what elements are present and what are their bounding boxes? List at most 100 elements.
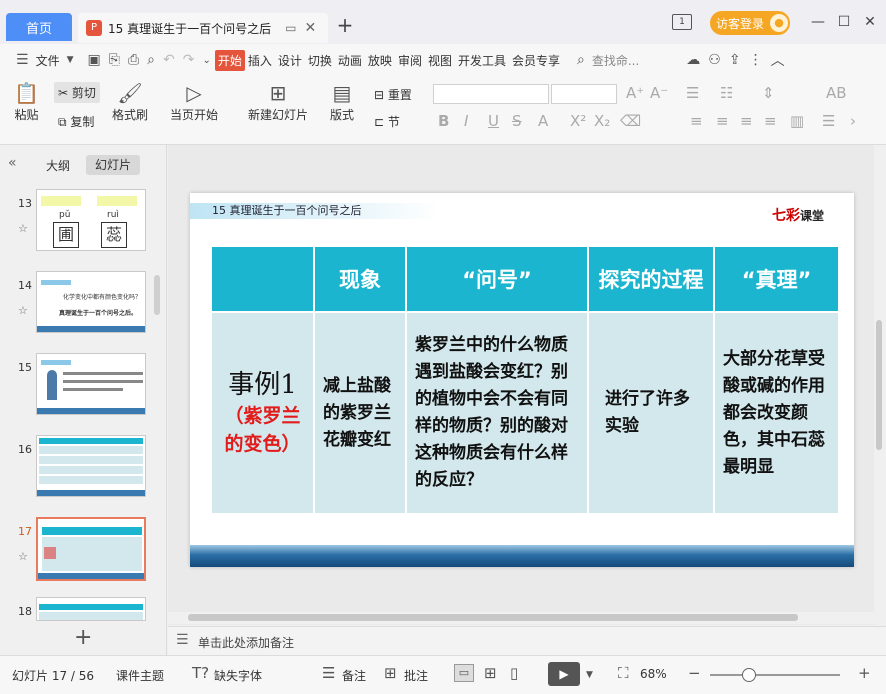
font-color-icon[interactable]: A <box>538 112 548 130</box>
print-icon[interactable]: ⎙ <box>124 52 143 68</box>
fit-window-icon[interactable]: ⛶ <box>618 664 629 682</box>
tab-member[interactable]: 会员专享 <box>509 52 563 69</box>
window-icon[interactable]: ▭ <box>285 21 296 35</box>
normal-view-icon[interactable]: ▭ <box>454 664 474 682</box>
zoom-slider-handle[interactable] <box>741 668 756 682</box>
tab-animation[interactable]: 动画 <box>335 52 365 69</box>
text-direction-icon[interactable]: ⇕ <box>762 84 775 102</box>
minimize-icon[interactable]: — <box>808 12 828 32</box>
cloud-sync-icon[interactable]: ☁ <box>682 52 704 68</box>
zoom-level[interactable]: 68% <box>640 667 667 681</box>
align-center-icon[interactable]: ≡ <box>716 112 729 130</box>
document-tab[interactable]: P 15 真理诞生于一百个问号之后 ▭ ✕ <box>78 13 328 43</box>
strikethrough-icon[interactable]: S <box>512 112 522 130</box>
thumbnail-scrollbar[interactable] <box>154 275 160 315</box>
chevron-down-icon[interactable]: ▼ <box>63 55 78 65</box>
collapse-panel-icon[interactable]: « <box>8 155 17 171</box>
slide-thumbnail[interactable]: 化学变化中都有颜色变化吗？ 真理诞生于一百个问号之后。 <box>36 271 146 333</box>
superscript-icon[interactable]: X² <box>570 112 586 130</box>
font-family-select[interactable] <box>433 84 549 104</box>
tab-design[interactable]: 设计 <box>275 52 305 69</box>
tab-start[interactable]: 开始 <box>214 49 245 71</box>
section-button[interactable]: ⊏ 节 <box>374 113 400 130</box>
new-slide-button[interactable]: ⊞ 新建幻灯片 <box>248 80 308 123</box>
page-count-badge[interactable]: 1 <box>672 14 692 30</box>
format-painter-button[interactable]: 🖌 格式刷 <box>112 80 148 123</box>
share-user-icon[interactable]: ⚇ <box>704 52 725 68</box>
tab-outline[interactable]: 大纲 <box>46 157 70 174</box>
numbered-list-icon[interactable]: ☷ <box>720 84 733 102</box>
command-search-input[interactable]: 查找命... <box>589 52 642 69</box>
share-icon[interactable]: ⇪ <box>725 52 745 68</box>
chevron-down-icon[interactable]: ▼ <box>586 670 593 680</box>
close-window-icon[interactable]: ✕ <box>860 12 880 32</box>
undo-icon[interactable]: ↶ <box>159 52 179 68</box>
clear-format-icon[interactable]: ⌫ <box>620 112 641 130</box>
tab-transition[interactable]: 切换 <box>305 52 335 69</box>
decrease-font-icon[interactable]: A⁻ <box>650 84 668 102</box>
paste-button[interactable]: 📋 粘贴 <box>14 80 39 123</box>
slide-thumbnail[interactable] <box>36 353 146 415</box>
subscript-icon[interactable]: X₂ <box>594 112 610 130</box>
maximize-icon[interactable]: ☐ <box>834 12 854 32</box>
current-slide[interactable]: 15 真理诞生于一百个问号之后 七彩课堂 现象 “问号” 探究的过程 “真理” … <box>190 193 854 567</box>
cut-button[interactable]: ✂ 剪切 <box>54 82 100 103</box>
tab-view[interactable]: 视图 <box>425 52 455 69</box>
hamburger-menu-icon[interactable]: ☰ <box>12 52 33 68</box>
preview-icon[interactable]: ⌕ <box>143 52 159 68</box>
horizontal-scroll-thumb[interactable] <box>188 614 798 621</box>
comment-button[interactable]: 批注 <box>404 667 428 684</box>
reset-button[interactable]: ⊟ 重置 <box>374 86 412 103</box>
add-slide-button[interactable]: + <box>74 625 92 650</box>
zoom-out-icon[interactable]: − <box>688 664 701 682</box>
notes-placeholder[interactable]: 单击此处添加备注 <box>198 634 294 651</box>
slide-thumbnail[interactable]: pǔ ruì 圃 蕊 <box>36 189 146 251</box>
reading-view-icon[interactable]: ▯ <box>510 664 518 682</box>
visitor-login-button[interactable]: 访客登录 ● <box>710 11 790 35</box>
theme-name[interactable]: 课件主题 <box>116 667 164 684</box>
play-from-current-button[interactable]: ▷ 当页开始 <box>170 80 218 123</box>
missing-font-button[interactable]: 缺失字体 <box>214 667 262 684</box>
home-tab[interactable]: 首页 <box>6 13 72 41</box>
columns-icon[interactable]: ▥ <box>790 112 804 130</box>
notes-toggle-button[interactable]: 备注 <box>342 667 366 684</box>
collapse-ribbon-icon[interactable]: ︿ <box>767 50 789 70</box>
more-icon[interactable]: ⋮ <box>745 52 767 68</box>
slide-sorter-icon[interactable]: ⊞ <box>484 664 497 682</box>
increase-font-icon[interactable]: A⁺ <box>626 84 644 102</box>
comparison-table[interactable]: 现象 “问号” 探究的过程 “真理” 事例1 （紫罗兰的变色） 减上盐酸的紫罗兰… <box>210 245 840 515</box>
align-right-icon[interactable]: ≡ <box>740 112 753 130</box>
close-tab-icon[interactable]: ✕ <box>304 20 316 36</box>
layout-button[interactable]: ▤ 版式 <box>330 80 354 123</box>
file-menu[interactable]: 文件 <box>33 52 63 69</box>
more-ribbon-icon[interactable]: › <box>850 112 856 130</box>
customize-icon[interactable]: ⌄ <box>198 55 214 66</box>
new-tab-button[interactable]: + <box>336 15 354 35</box>
align-left-icon[interactable]: ≡ <box>690 112 703 130</box>
underline-icon[interactable]: U <box>488 112 499 130</box>
slide-thumbnail[interactable] <box>36 435 146 497</box>
bullet-list-icon[interactable]: ☰ <box>686 84 699 102</box>
vertical-scroll-thumb[interactable] <box>876 320 882 450</box>
notes-pane[interactable]: ☰ 单击此处添加备注 <box>168 626 886 655</box>
zoom-slider[interactable] <box>710 674 840 676</box>
slideshow-play-button[interactable]: ▶ <box>548 662 580 686</box>
copy-button[interactable]: ⧉ 复制 <box>58 113 94 130</box>
redo-icon[interactable]: ↷ <box>179 52 199 68</box>
tab-review[interactable]: 审阅 <box>395 52 425 69</box>
font-size-select[interactable] <box>551 84 617 104</box>
line-spacing-icon[interactable]: ☰ <box>822 112 835 130</box>
bold-icon[interactable]: B <box>438 112 449 130</box>
zoom-in-icon[interactable]: + <box>858 664 871 682</box>
justify-icon[interactable]: ≡ <box>764 112 777 130</box>
save-icon[interactable]: ▣ <box>84 52 105 68</box>
tab-insert[interactable]: 插入 <box>245 52 275 69</box>
tab-slides[interactable]: 幻灯片 <box>86 155 140 175</box>
slide-thumbnail-selected[interactable] <box>36 517 146 581</box>
italic-icon[interactable]: I <box>464 112 468 130</box>
tab-developer[interactable]: 开发工具 <box>455 52 509 69</box>
slide-thumbnail[interactable] <box>36 597 146 621</box>
tab-slideshow[interactable]: 放映 <box>365 52 395 69</box>
export-icon[interactable]: ⎘ <box>105 52 124 68</box>
font-effect-icon[interactable]: AB <box>826 84 847 102</box>
